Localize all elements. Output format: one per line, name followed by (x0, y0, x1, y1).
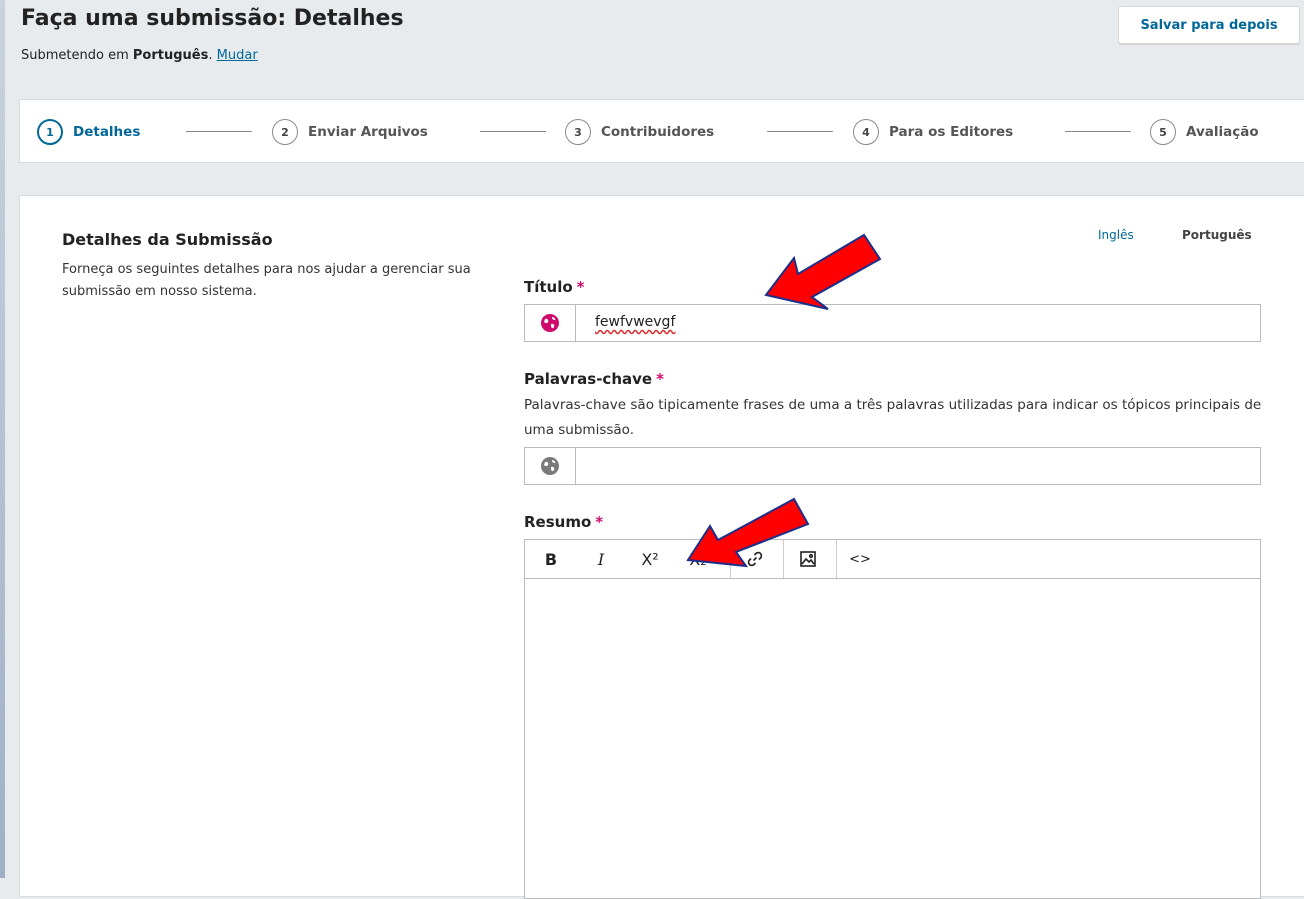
title-field[interactable]: fewfvwevgf (524, 304, 1261, 342)
submission-language-info: Submetendo em Português. Mudar (21, 48, 258, 63)
section-description: Forneça os seguintes detalhes para nos a… (62, 262, 471, 299)
keywords-input[interactable] (577, 448, 1260, 484)
required-marker: * (595, 513, 604, 531)
globe-icon-active[interactable] (525, 305, 576, 341)
step-number: 5 (1150, 119, 1176, 145)
annotation-arrow-title (764, 233, 882, 310)
language-tab-portuguese[interactable]: Português (1182, 228, 1252, 242)
step-connector (186, 131, 252, 132)
required-marker: * (656, 370, 664, 388)
step-number: 1 (37, 119, 63, 145)
globe-icon[interactable] (525, 448, 576, 484)
step-label: Enviar Arquivos (308, 124, 428, 140)
step-label: Contribuidores (601, 124, 715, 140)
required-marker: * (576, 278, 585, 296)
toolbar-divider (836, 540, 837, 578)
change-language-link[interactable]: Mudar (217, 48, 258, 63)
italic-button[interactable]: I (587, 540, 615, 578)
step-number: 2 (272, 119, 298, 145)
title-input-value[interactable]: fewfvwevgf (595, 314, 675, 330)
page-title: Faça uma submissão: Detalhes (21, 6, 404, 31)
language-tab-english[interactable]: Inglês (1098, 228, 1134, 242)
bold-button[interactable]: B (537, 540, 565, 578)
step-connector (480, 131, 546, 132)
save-for-later-button[interactable]: Salvar para depois (1118, 6, 1300, 44)
editor-toolbar: B I X² X₂ <> (525, 540, 1260, 579)
abstract-label: Resumo * (524, 513, 604, 531)
annotation-arrow-subscript (686, 497, 810, 568)
step-review[interactable]: 5 Avaliação (1150, 119, 1259, 145)
subtitle-prefix: Submetendo em (21, 48, 129, 63)
abstract-editor[interactable]: B I X² X₂ <> (524, 539, 1261, 899)
source-code-button[interactable]: <> (843, 540, 877, 578)
window-edge (0, 0, 5, 878)
keywords-field[interactable] (524, 447, 1261, 485)
current-language: Português (132, 48, 209, 63)
step-upload-files[interactable]: 2 Enviar Arquivos (272, 119, 428, 145)
submission-steps: 1 Detalhes 2 Enviar Arquivos 3 Contribui… (19, 99, 1304, 163)
title-label: Título * (524, 278, 585, 296)
step-label: Para os Editores (889, 124, 1014, 140)
keywords-label: Palavras-chave * (524, 370, 664, 388)
step-number: 3 (565, 119, 591, 145)
step-connector (767, 131, 833, 132)
step-details[interactable]: 1 Detalhes (37, 119, 140, 145)
step-connector (1065, 131, 1131, 132)
step-label: Detalhes (73, 124, 141, 140)
step-number: 4 (853, 119, 879, 145)
section-title: Detalhes da Submissão (62, 230, 273, 249)
step-for-editors[interactable]: 4 Para os Editores (853, 119, 1013, 145)
step-label: Avaliação (1186, 124, 1259, 140)
superscript-button[interactable]: X² (633, 540, 667, 578)
keywords-help-text: Palavras-chave são tipicamente frases de… (524, 397, 1262, 438)
step-contributors[interactable]: 3 Contribuidores (565, 119, 714, 145)
